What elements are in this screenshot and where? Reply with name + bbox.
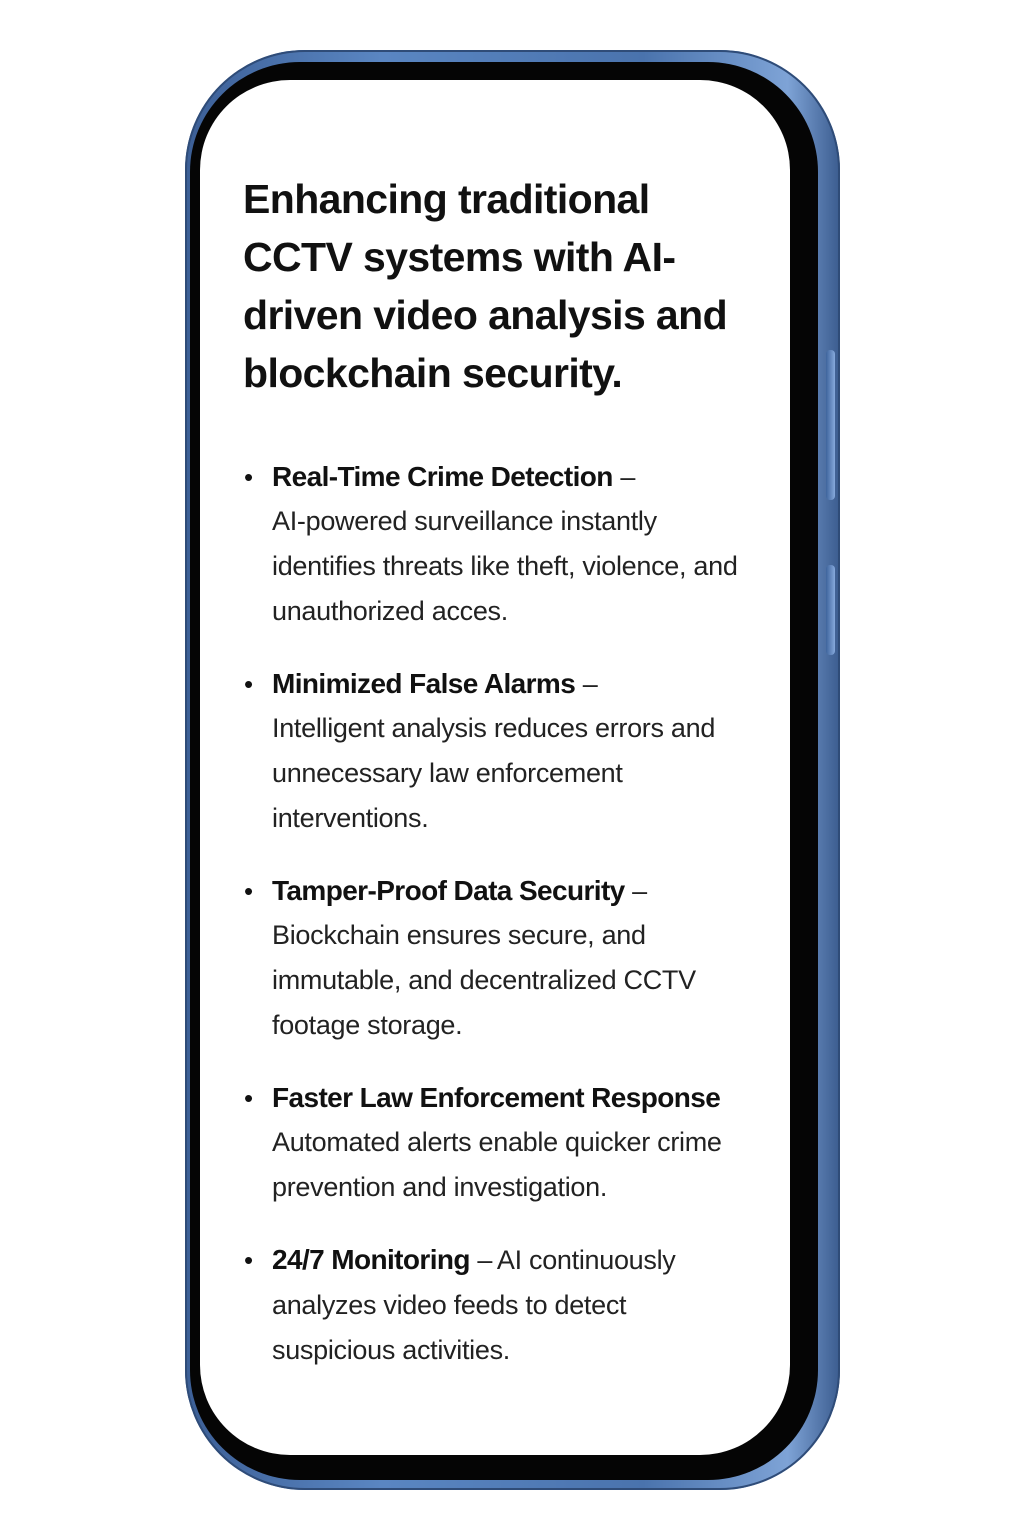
bullet-icon: • — [244, 1083, 254, 1113]
item-body: AI-powered surveillance instantly identi… — [272, 506, 738, 626]
bullet-icon: • — [244, 1245, 254, 1275]
item-heading: Faster Law Enforcement Response — [272, 1082, 721, 1113]
phone-screen: Enhancing traditional CCTV systems with … — [200, 80, 790, 1455]
item-heading: Tamper-Proof Data Security — [272, 875, 625, 906]
list-item: • Real-Time Crime Detection – AI-powered… — [244, 455, 744, 634]
feature-list: • Real-Time Crime Detection – AI-powered… — [244, 455, 744, 1401]
item-separator: – — [624, 876, 648, 906]
list-item: • Minimized False Alarms – Intelligent a… — [244, 662, 744, 841]
item-separator: – — [575, 669, 598, 699]
item-body: Intelligent analysis reduces errors and … — [272, 713, 716, 833]
bullet-icon: • — [244, 462, 254, 492]
power-button — [826, 565, 835, 655]
bullet-icon: • — [244, 876, 254, 906]
item-heading: 24/7 Monitoring — [272, 1244, 471, 1275]
volume-button — [826, 350, 835, 500]
list-item: • 24/7 Monitoring – AI continuously anal… — [244, 1238, 744, 1373]
item-body: Automated alerts enable quicker crime pr… — [272, 1127, 722, 1202]
item-separator: – — [612, 462, 636, 492]
item-body: Biockchain ensures secure, and immutable… — [272, 920, 696, 1040]
page-title: Enhancing traditional CCTV systems with … — [243, 176, 728, 396]
bullet-icon: • — [244, 669, 254, 699]
list-item: • Tamper-Proof Data Security – Biockchai… — [244, 869, 744, 1048]
list-item: • Faster Law Enforcement Response Automa… — [244, 1076, 744, 1210]
item-heading: Minimized False Alarms — [272, 668, 576, 699]
item-heading: Real-Time Crime Detection — [272, 461, 613, 492]
item-separator: – — [469, 1245, 493, 1275]
